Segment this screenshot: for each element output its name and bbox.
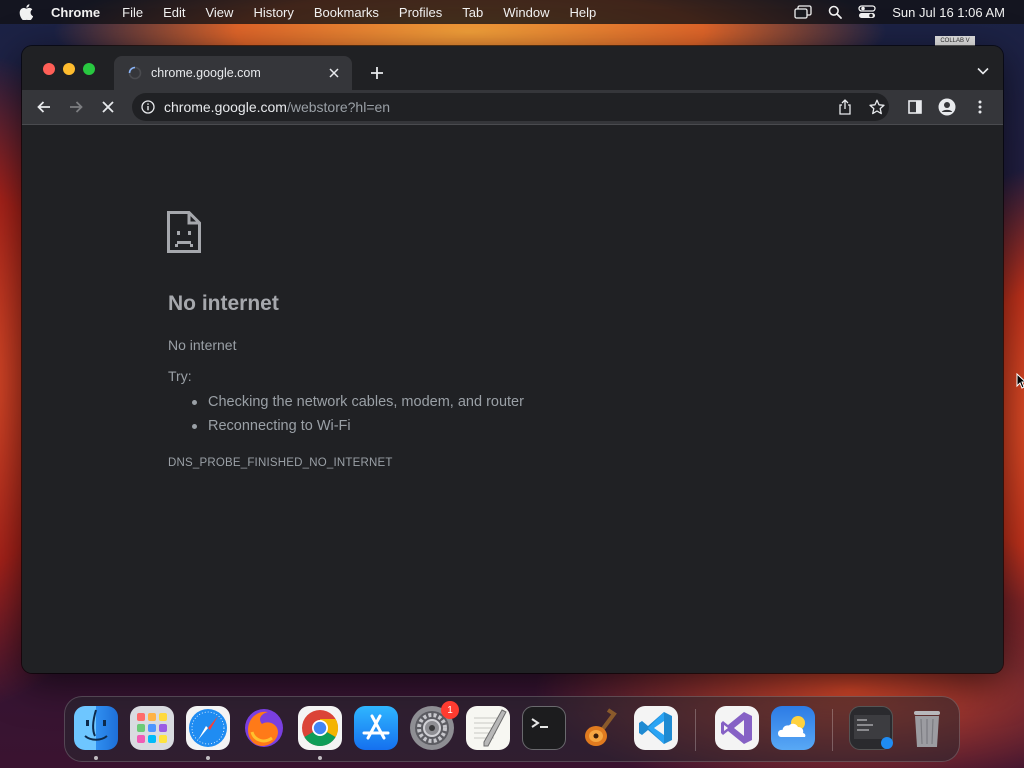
menu-view[interactable]: View bbox=[205, 5, 233, 20]
loading-spinner-icon bbox=[128, 66, 142, 80]
notification-badge: 1 bbox=[441, 701, 459, 719]
site-info-icon[interactable] bbox=[140, 99, 156, 115]
zoom-window-button[interactable] bbox=[83, 63, 95, 75]
url-path: /webstore?hl=en bbox=[286, 99, 391, 115]
menu-edit[interactable]: Edit bbox=[163, 5, 185, 20]
suggestion-list: Checking the network cables, modem, and … bbox=[192, 392, 524, 440]
launchpad-icon[interactable] bbox=[130, 706, 174, 750]
terminal-icon[interactable] bbox=[522, 706, 566, 750]
finder-icon[interactable] bbox=[74, 706, 118, 750]
side-panel-icon[interactable] bbox=[903, 95, 927, 119]
menu-window[interactable]: Window bbox=[503, 5, 549, 20]
try-label: Try: bbox=[168, 368, 192, 384]
browser-toolbar: chrome.google.com/webstore?hl=en bbox=[22, 90, 1003, 124]
error-page: No internet No internet Try: Checking th… bbox=[22, 125, 1003, 673]
error-code: DNS_PROBE_FINISHED_NO_INTERNET bbox=[168, 457, 393, 469]
app-store-icon[interactable] bbox=[354, 706, 398, 750]
menu-history[interactable]: History bbox=[253, 5, 293, 20]
new-tab-button[interactable] bbox=[366, 62, 388, 84]
trash-icon[interactable] bbox=[905, 706, 949, 750]
address-bar[interactable]: chrome.google.com/webstore?hl=en bbox=[132, 93, 889, 121]
suggestion-item: Checking the network cables, modem, and … bbox=[192, 392, 524, 416]
menu-bar: Chrome File Edit View History Bookmarks … bbox=[0, 0, 1024, 24]
menu-help[interactable]: Help bbox=[570, 5, 597, 20]
screenshot-thumbnail-icon[interactable] bbox=[849, 706, 893, 750]
dock: 1 bbox=[64, 696, 960, 762]
close-window-button[interactable] bbox=[43, 63, 55, 75]
safari-running-indicator bbox=[206, 756, 210, 760]
screen-mirroring-icon[interactable] bbox=[794, 3, 812, 21]
chrome-window: chrome.google.com chrome.google.com/webs… bbox=[22, 46, 1003, 673]
menu-bar-clock[interactable]: Sun Jul 16 1:06 AM bbox=[892, 5, 1005, 20]
firefox-icon[interactable] bbox=[242, 706, 286, 750]
back-arrow-icon[interactable] bbox=[32, 95, 56, 119]
active-tab[interactable]: chrome.google.com bbox=[114, 56, 352, 90]
minimize-window-button[interactable] bbox=[63, 63, 75, 75]
menu-bar-status: Sun Jul 16 1:06 AM bbox=[780, 0, 1005, 24]
menu-tab[interactable]: Tab bbox=[462, 5, 483, 20]
textedit-icon[interactable] bbox=[466, 706, 510, 750]
control-center-icon[interactable] bbox=[858, 3, 876, 21]
menu-file[interactable]: File bbox=[122, 5, 143, 20]
more-menu-icon[interactable] bbox=[968, 95, 992, 119]
apple-menu-icon[interactable] bbox=[19, 4, 35, 20]
settings-gear-icon[interactable]: 1 bbox=[410, 701, 459, 750]
suggestion-item: Reconnecting to Wi-Fi bbox=[192, 416, 524, 440]
tab-strip: chrome.google.com bbox=[22, 46, 1003, 90]
tab-title: chrome.google.com bbox=[151, 66, 261, 80]
tab-close-icon[interactable] bbox=[326, 65, 342, 81]
bookmark-star-icon[interactable] bbox=[868, 98, 886, 116]
dock-separator bbox=[832, 709, 833, 751]
share-icon[interactable] bbox=[836, 98, 854, 116]
finder-running-indicator bbox=[94, 756, 98, 760]
vscode-icon[interactable] bbox=[634, 706, 678, 750]
dock-separator bbox=[695, 709, 696, 751]
chrome-icon[interactable] bbox=[298, 706, 342, 750]
safari-icon[interactable] bbox=[186, 706, 230, 750]
error-message: No internet bbox=[168, 337, 237, 353]
tab-search-chevron-down-icon[interactable] bbox=[975, 63, 991, 79]
menu-app-name[interactable]: Chrome bbox=[51, 5, 100, 20]
url-host: chrome.google.com bbox=[164, 99, 287, 115]
stop-loading-icon[interactable] bbox=[96, 95, 120, 119]
weather-icon[interactable] bbox=[771, 706, 815, 750]
menu-profiles[interactable]: Profiles bbox=[399, 5, 442, 20]
desktop-sticker: COLLAB V bbox=[935, 36, 975, 46]
garageband-guitar-icon[interactable] bbox=[578, 706, 622, 750]
profile-avatar-icon[interactable] bbox=[935, 95, 959, 119]
menu-bookmarks[interactable]: Bookmarks bbox=[314, 5, 379, 20]
visual-studio-icon[interactable] bbox=[715, 706, 759, 750]
sad-document-icon bbox=[167, 211, 201, 253]
forward-arrow-icon[interactable] bbox=[64, 95, 88, 119]
error-title: No internet bbox=[168, 292, 279, 315]
chrome-running-indicator bbox=[318, 756, 322, 760]
spotlight-search-icon[interactable] bbox=[826, 3, 844, 21]
mouse-pointer-icon bbox=[1016, 372, 1024, 389]
